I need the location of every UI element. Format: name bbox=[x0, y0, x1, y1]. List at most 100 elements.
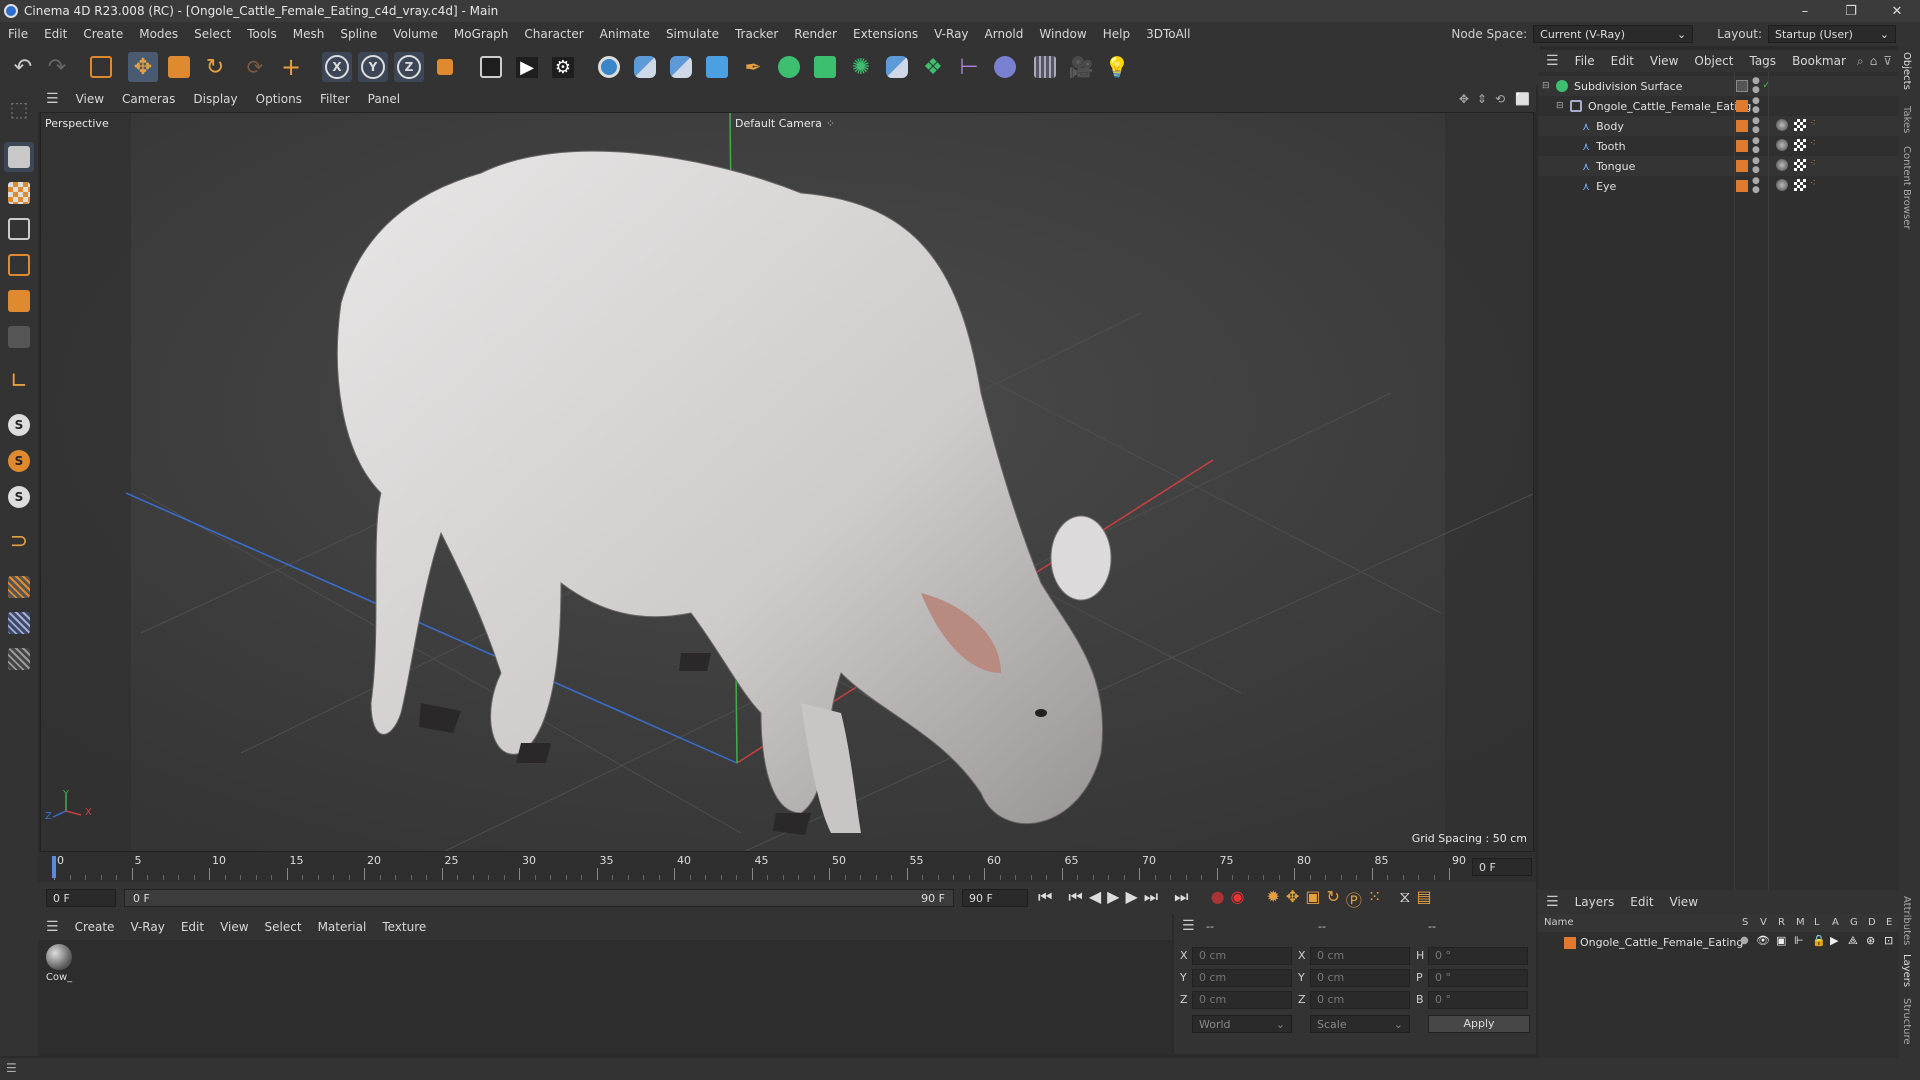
python-script-button-2[interactable] bbox=[666, 52, 696, 82]
object-row-tooth[interactable]: ⋏ Tooth ● ● ⁖ bbox=[1538, 136, 1898, 156]
layer-color-icon[interactable] bbox=[1736, 140, 1748, 152]
layer-solo-icon[interactable]: ● bbox=[1740, 935, 1749, 946]
object-menu-file[interactable]: File bbox=[1567, 54, 1603, 68]
material-tag-icon[interactable] bbox=[1776, 139, 1788, 151]
x-axis-lock-button[interactable]: X bbox=[322, 52, 352, 82]
motion-system-icon[interactable]: ⧖ bbox=[1399, 887, 1410, 911]
points-mode-button[interactable] bbox=[4, 214, 34, 244]
orbit-view-icon[interactable]: ⟲ bbox=[1491, 92, 1509, 106]
menu-animate[interactable]: Animate bbox=[592, 27, 658, 41]
filter-icon[interactable]: ⊽ bbox=[1880, 54, 1895, 68]
y-axis-lock-button[interactable]: Y bbox=[358, 52, 388, 82]
coordinate-system-button[interactable] bbox=[430, 52, 460, 82]
close-button[interactable]: ✕ bbox=[1874, 4, 1920, 19]
subdivision-button[interactable] bbox=[774, 52, 804, 82]
home-icon[interactable]: ⌂ bbox=[1867, 54, 1881, 68]
hamburger-icon[interactable]: ☰ bbox=[1538, 894, 1567, 910]
material-menu-edit[interactable]: Edit bbox=[173, 920, 212, 934]
camera-label[interactable]: Default Camera ⁘ bbox=[735, 117, 835, 130]
uvw-tag-icon[interactable] bbox=[1794, 119, 1806, 131]
layer-menu-layers[interactable]: Layers bbox=[1567, 895, 1623, 909]
collapse-toggle-icon[interactable]: ⊟ bbox=[1556, 101, 1570, 111]
generator-button[interactable]: ❖ bbox=[918, 52, 948, 82]
menu-help[interactable]: Help bbox=[1095, 27, 1138, 41]
object-row-subdivision-surface[interactable]: ⊟ Subdivision Surface ● ● ✓ bbox=[1538, 76, 1898, 96]
deformer-icon[interactable]: ⊛ bbox=[1866, 934, 1875, 947]
viewport-menu-filter[interactable]: Filter bbox=[311, 92, 359, 106]
z-axis-lock-button[interactable]: Z bbox=[394, 52, 424, 82]
menu-character[interactable]: Character bbox=[516, 27, 591, 41]
material-menu-view[interactable]: View bbox=[212, 920, 256, 934]
expression-icon[interactable]: ⊡ bbox=[1884, 934, 1893, 947]
visibility-dots-icon[interactable]: ● ● bbox=[1752, 137, 1760, 155]
restore-button[interactable]: ❐ bbox=[1828, 4, 1874, 19]
quantize-button[interactable] bbox=[4, 608, 34, 638]
layout-dropdown[interactable]: Startup (User) ⌄ bbox=[1768, 25, 1896, 43]
layer-color-icon[interactable] bbox=[1736, 100, 1748, 112]
size-x-field[interactable]: 0 cm bbox=[1310, 947, 1410, 965]
selection-tag-icon[interactable]: ⁖ bbox=[1810, 158, 1816, 169]
layer-row[interactable]: Ongole_Cattle_Female_Eating ● 👁 ▣ ⊩ 🔒 ▶ … bbox=[1538, 934, 1898, 952]
viewport-menu-panel[interactable]: Panel bbox=[359, 92, 409, 106]
locked-workplane-button[interactable] bbox=[4, 644, 34, 674]
menu-edit[interactable]: Edit bbox=[36, 27, 75, 41]
deformer-button[interactable]: ⊢ bbox=[954, 52, 984, 82]
camera-button[interactable]: 🎥 bbox=[1066, 52, 1096, 82]
timeline-window-icon[interactable]: ▤ bbox=[1417, 887, 1432, 911]
animation-play-icon[interactable]: ▶ bbox=[1830, 934, 1838, 947]
menu-file[interactable]: File bbox=[0, 27, 36, 41]
record-icon[interactable]: ● bbox=[1211, 887, 1225, 911]
move-tool-button[interactable]: ✥ bbox=[128, 52, 158, 82]
uvw-tag-icon[interactable] bbox=[1794, 139, 1806, 151]
field-button[interactable] bbox=[990, 52, 1020, 82]
key-position-icon[interactable]: ✥ bbox=[1286, 887, 1299, 911]
lock-icon[interactable]: 🔒 bbox=[1812, 934, 1826, 947]
hamburger-icon[interactable]: ☰ bbox=[38, 91, 67, 107]
scale-tool-button[interactable] bbox=[164, 52, 194, 82]
layer-color-icon[interactable] bbox=[1736, 160, 1748, 172]
visibility-dots-icon[interactable]: ● ● bbox=[1752, 157, 1760, 175]
menu-create[interactable]: Create bbox=[75, 27, 131, 41]
object-row-eye[interactable]: ⋏ Eye ● ● ⁖ bbox=[1538, 176, 1898, 196]
visibility-dots-icon[interactable]: ● ● bbox=[1752, 117, 1760, 135]
menu-modes[interactable]: Modes bbox=[131, 27, 186, 41]
object-menu-tags[interactable]: Tags bbox=[1741, 54, 1784, 68]
layer-color-icon[interactable] bbox=[1564, 937, 1576, 949]
python-script-button-3[interactable] bbox=[882, 52, 912, 82]
manager-icon[interactable]: ⊩ bbox=[1794, 934, 1804, 947]
object-menu-bookmarks[interactable]: Bookmar bbox=[1784, 54, 1854, 68]
material-tag-icon[interactable] bbox=[1776, 119, 1788, 131]
workplane-button[interactable]: ∟ bbox=[4, 366, 34, 396]
menu-3dtoall[interactable]: 3DToAll bbox=[1138, 27, 1198, 41]
current-frame-field[interactable]: 0 F bbox=[1472, 858, 1532, 876]
go-to-start-icon[interactable]: ⏮ bbox=[1038, 887, 1052, 911]
viewport-menu-display[interactable]: Display bbox=[184, 92, 246, 106]
tab-takes[interactable]: Takes bbox=[1901, 106, 1912, 133]
visibility-dots-icon[interactable]: ● ● bbox=[1752, 97, 1760, 115]
object-row-body[interactable]: ⋏ Body ● ● ⁖ bbox=[1538, 116, 1898, 136]
edges-mode-button[interactable] bbox=[4, 250, 34, 280]
menu-mesh[interactable]: Mesh bbox=[285, 27, 333, 41]
search-icon[interactable]: ⌕ bbox=[1854, 54, 1867, 69]
menu-extensions[interactable]: Extensions bbox=[845, 27, 926, 41]
minimize-button[interactable]: – bbox=[1782, 4, 1828, 19]
uvw-tag-icon[interactable] bbox=[1794, 159, 1806, 171]
menu-tracker[interactable]: Tracker bbox=[727, 27, 786, 41]
layer-color-icon[interactable] bbox=[1736, 120, 1748, 132]
snap-button-2[interactable]: S bbox=[4, 446, 34, 476]
layer-menu-view[interactable]: View bbox=[1662, 895, 1706, 909]
hamburger-icon[interactable]: ☰ bbox=[1538, 53, 1567, 69]
3d-viewport[interactable]: Perspective Default Camera ⁘ Grid Spacin… bbox=[40, 112, 1534, 852]
tab-content-browser[interactable]: Content Browser bbox=[1901, 146, 1912, 229]
object-menu-edit[interactable]: Edit bbox=[1603, 54, 1642, 68]
polygons-mode-button[interactable] bbox=[4, 286, 34, 316]
redo-button[interactable]: ↷ bbox=[42, 52, 72, 82]
floor-button[interactable] bbox=[1030, 52, 1060, 82]
material-menu-vray[interactable]: V-Ray bbox=[122, 920, 172, 934]
preview-range-slider[interactable]: 0 F 90 F bbox=[124, 889, 954, 907]
key-parameter-icon[interactable]: Ⓟ bbox=[1346, 887, 1362, 911]
undo-button[interactable]: ↶ bbox=[8, 52, 38, 82]
tab-layers[interactable]: Layers bbox=[1901, 954, 1912, 987]
hamburger-icon[interactable]: ☰ bbox=[1182, 918, 1195, 934]
material-menu-texture[interactable]: Texture bbox=[374, 920, 434, 934]
